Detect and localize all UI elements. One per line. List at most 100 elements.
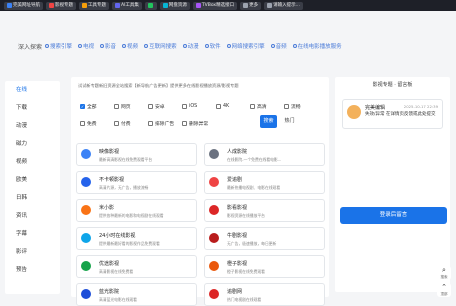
site-card[interactable]: 优途影视 高清影视在线免费看 <box>76 255 197 278</box>
topbar-item-label: TVBox精选接口 <box>201 2 235 8</box>
filter-option[interactable]: 付费 <box>114 120 148 127</box>
sidebar-item[interactable]: 动漫 <box>5 117 60 135</box>
topbar-item[interactable]: AI工具集 <box>112 1 142 10</box>
topbar-item-label: 完美网址导航 <box>13 2 40 8</box>
sidebar-item[interactable]: 日韩 <box>5 189 60 207</box>
topbar-item[interactable]: 更多 <box>240 1 262 10</box>
topbar-item[interactable] <box>144 1 157 10</box>
site-card[interactable]: 蓝光影院 高清蓝光电影在线观看 <box>76 283 197 306</box>
site-card[interactable]: 爱追剧 最新热播电视剧、电影在线观看 <box>204 171 325 194</box>
site-card[interactable]: 米小影 提供各种最新的电影和电视剧在线观看 <box>76 199 197 222</box>
explore-links: 搜索引擎 电视 影音 视频 互联网搜索 动漫 软件 网络搜索引擎 音频 在线电影播放服务 <box>45 42 342 50</box>
filter-option-label: iOS <box>189 104 198 109</box>
checkbox[interactable]: ✓ <box>80 104 85 109</box>
sidebar-item[interactable]: 欧美 <box>5 171 60 189</box>
filter-option[interactable]: 删除异常 <box>182 120 216 127</box>
filter-option[interactable]: 高清 <box>250 103 284 110</box>
explore-link[interactable]: 网络搜索引擎 <box>226 42 265 50</box>
checkbox[interactable] <box>216 104 221 109</box>
checkbox[interactable] <box>182 121 187 126</box>
checkbox[interactable] <box>80 121 85 126</box>
float-search-label: 搜索 <box>440 275 448 279</box>
topbar-item-label: 工具专题 <box>88 2 106 8</box>
search-icon: ⌕ <box>442 266 446 274</box>
site-logo-icon <box>81 233 91 243</box>
filter-option[interactable]: 网页 <box>114 103 148 110</box>
site-icon <box>162 3 168 8</box>
search-button[interactable]: 搜索 <box>260 115 277 128</box>
site-grid: 映像影视 最新高清影视在线免费观看平台 人成影院 在线影院-一个免费在线看电影... 不… <box>76 143 326 306</box>
site-description: 在线影院-一个免费在线看电影... <box>227 157 282 162</box>
site-card[interactable]: 橙子影视 橙子影视在线免费观看 <box>204 255 325 278</box>
back-to-top-button[interactable]: ⌃ 顶部 <box>437 283 451 297</box>
explore-link-label: 视频 <box>127 44 139 50</box>
checkbox[interactable] <box>284 104 289 109</box>
topbar-item[interactable]: TVBox精选接口 <box>192 1 238 10</box>
sidebar-item[interactable]: 资讯 <box>5 207 60 225</box>
filter-option[interactable]: ✓ 全部 <box>80 103 114 110</box>
sidebar-item[interactable]: 下载 <box>5 99 60 117</box>
filter-option-label: 付费 <box>121 122 131 127</box>
site-card[interactable]: 不卡顿影视 高清片源，无广告，播放流畅 <box>76 171 197 194</box>
link-icon <box>182 44 187 48</box>
filter-option[interactable]: 4K <box>216 103 250 110</box>
site-card[interactable]: 映像影视 最新高清影视在线免费观看平台 <box>76 143 197 166</box>
explore-link[interactable]: 在线电影播放服务 <box>292 42 342 50</box>
site-name: 映像影视 <box>99 149 120 155</box>
explore-link-label: 电视 <box>83 44 95 50</box>
arrow-up-icon: ⌃ <box>441 283 447 291</box>
checkbox[interactable] <box>114 121 119 126</box>
explore-link[interactable]: 互联网搜索 <box>144 42 177 50</box>
notice-text: 试试新专题新旧资源全站搜索【新导航广告更新】提供更多在线影视播放资源/影视专题 <box>78 83 239 88</box>
sidebar-item[interactable]: 磁力 <box>5 135 60 153</box>
checkbox[interactable] <box>148 121 153 126</box>
site-card[interactable]: 人成影院 在线影院-一个免费在线看电影... <box>204 143 325 166</box>
site-card[interactable]: 24小时在线影视 提供最新最好看的影视作品免费观看 <box>76 227 197 250</box>
topbar-item[interactable]: 网盘资源 <box>159 1 190 10</box>
site-icon <box>7 3 12 8</box>
site-description: 提供最新最好看的影视作品免费观看 <box>99 241 160 246</box>
explore-link[interactable]: 软件 <box>204 42 221 50</box>
checkbox[interactable] <box>250 104 255 109</box>
login-to-comment-button[interactable]: 登录后留言 <box>340 207 447 224</box>
sidebar-item[interactable]: 影评 <box>5 243 60 261</box>
filter-option[interactable]: 排除广告 <box>148 120 182 127</box>
explore-link[interactable]: 音频 <box>270 42 287 50</box>
link-icon <box>270 44 275 48</box>
checkbox[interactable] <box>148 104 153 109</box>
sidebar-item[interactable]: 预告 <box>5 261 60 279</box>
checkbox[interactable] <box>114 104 119 109</box>
topbar-item[interactable]: 工具专题 <box>79 1 109 10</box>
hot-button[interactable]: 热门 <box>282 115 297 128</box>
explore-link[interactable]: 视频 <box>122 42 138 50</box>
explore-link-label: 在线电影播放服务 <box>297 44 342 50</box>
site-name: 不卡顿影视 <box>99 177 125 183</box>
sidebar-item[interactable]: 视频 <box>5 153 60 171</box>
explore-link[interactable]: 电视 <box>78 42 94 50</box>
site-card[interactable]: 牛剧影视 无广告，极速播放，每日更新 <box>204 227 325 250</box>
filter-option-label: 4K <box>223 104 230 109</box>
filter-option[interactable]: 免费 <box>80 120 114 127</box>
filter-option[interactable]: iOS <box>182 103 216 110</box>
filter-option-label: 流畅 <box>291 105 301 110</box>
site-logo-icon <box>81 261 91 271</box>
link-icon <box>204 44 209 48</box>
float-search-button[interactable]: ⌕ 搜索 <box>437 266 451 280</box>
topbar-item[interactable]: 完美网址导航 <box>4 1 43 10</box>
site-logo-icon <box>209 289 219 299</box>
explore-link[interactable]: 动漫 <box>182 42 199 50</box>
filter-option-label: 全部 <box>87 105 97 110</box>
explore-link[interactable]: 搜索引擎 <box>45 42 72 50</box>
sidebar-item[interactable]: 字幕 <box>5 225 60 243</box>
site-card[interactable]: 追剧网 热门电视剧在线观看 <box>204 283 325 306</box>
filter-option[interactable]: 流畅 <box>284 103 318 110</box>
site-card[interactable]: 影看影视 影视资源在线播放平台 <box>204 199 325 222</box>
topbar-item[interactable]: 影视专题 <box>46 1 76 10</box>
sidebar-item[interactable]: 在线 <box>5 81 60 99</box>
filter-option-label: 排除广告 <box>155 122 175 127</box>
explore-link[interactable]: 影音 <box>100 42 116 50</box>
checkbox[interactable] <box>182 104 187 109</box>
explore-link-label: 互联网搜索 <box>149 44 177 50</box>
topbar-item[interactable]: 请输入提示... <box>264 1 303 10</box>
filter-option[interactable]: 安卓 <box>148 103 182 110</box>
